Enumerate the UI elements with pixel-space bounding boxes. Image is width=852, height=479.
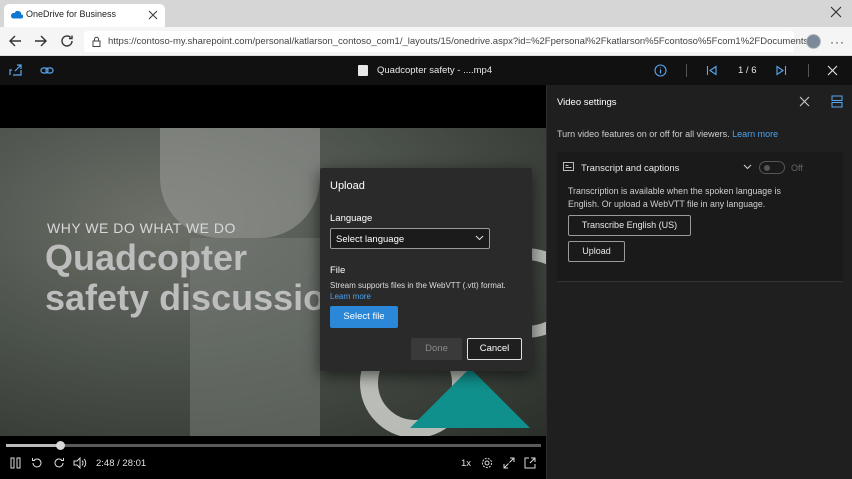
last-item-icon[interactable]: [776, 65, 787, 76]
forward-10-icon[interactable]: [53, 457, 65, 469]
captions-icon: [563, 162, 574, 171]
video-title-text: Quadcopter safety discussio: [45, 238, 325, 318]
popout-icon[interactable]: [524, 457, 536, 469]
onedrive-cloud-icon: [10, 10, 23, 19]
learn-more-link[interactable]: Learn more: [330, 292, 371, 301]
browser-more-menu[interactable]: ···: [830, 35, 845, 49]
share-icon[interactable]: [9, 64, 22, 77]
close-panel-icon[interactable]: [799, 96, 810, 107]
rewind-10-icon[interactable]: [31, 457, 43, 469]
window-close-icon[interactable]: [830, 6, 842, 18]
browser-tab-strip: OneDrive for Business: [0, 0, 852, 27]
video-settings-panel: Video settings Turn video features on or…: [546, 85, 852, 479]
url-field[interactable]: https://contoso-my.sharepoint.com/person…: [84, 31, 808, 52]
toggle-state-label: Off: [791, 163, 803, 173]
refresh-icon[interactable]: [60, 34, 74, 48]
video-title-line: Quadcopter: [45, 237, 248, 278]
playback-time: 2:48 / 28:01: [96, 458, 147, 469]
url-text: https://contoso-my.sharepoint.com/person…: [108, 36, 809, 47]
settings-gear-icon[interactable]: [481, 457, 493, 469]
seek-handle[interactable]: [55, 441, 65, 450]
upload-dialog: Upload Language Select language File Str…: [320, 168, 532, 371]
panel-description-text: Turn video features on or off for all vi…: [557, 129, 730, 139]
lock-icon: [92, 36, 101, 47]
panel-learn-more-link[interactable]: Learn more: [732, 129, 778, 139]
browser-tab[interactable]: OneDrive for Business: [4, 4, 165, 27]
cancel-button[interactable]: Cancel: [467, 338, 522, 360]
forward-arrow-icon[interactable]: [34, 34, 48, 48]
language-select[interactable]: Select language: [330, 228, 490, 249]
toolbar-divider: [686, 64, 687, 77]
item-counter: 1 / 6: [738, 65, 757, 76]
transcript-captions-label: Transcript and captions: [581, 163, 680, 174]
tab-title: OneDrive for Business: [26, 9, 117, 19]
dialog-title: Upload: [330, 180, 365, 192]
file-help-text: Stream supports files in the WebVTT (.vt…: [330, 281, 506, 290]
tab-close-icon[interactable]: [148, 10, 158, 20]
playback-speed[interactable]: 1x: [461, 458, 471, 469]
done-button[interactable]: Done: [411, 338, 462, 360]
chevron-down-icon[interactable]: [743, 164, 752, 170]
link-icon[interactable]: [40, 65, 54, 76]
transcript-captions-section: Transcript and captions Off Transcriptio…: [557, 152, 843, 282]
profile-avatar[interactable]: [806, 34, 821, 49]
viewer-toolbar: Quadcopter safety - ....mp4 1 / 6: [0, 56, 852, 85]
seek-bar-progress: [6, 444, 60, 447]
upload-button[interactable]: Upload: [568, 241, 625, 262]
info-icon[interactable]: [654, 64, 667, 77]
toolbar-divider: [808, 64, 809, 77]
back-arrow-icon[interactable]: [8, 34, 22, 48]
video-file-icon: [358, 65, 368, 76]
select-file-button[interactable]: Select file: [330, 306, 398, 328]
pause-icon[interactable]: [10, 457, 21, 469]
volume-icon[interactable]: [73, 457, 87, 469]
panel-layout-icon[interactable]: [831, 95, 843, 108]
chevron-down-icon: [475, 235, 484, 241]
transcript-description: Transcription is available when the spok…: [568, 186, 781, 209]
video-title-line: safety discussio: [45, 277, 326, 318]
language-select-value: Select language: [336, 234, 405, 245]
file-title: Quadcopter safety - ....mp4: [377, 65, 493, 76]
file-label: File: [330, 265, 346, 276]
panel-title: Video settings: [557, 97, 617, 108]
language-label: Language: [330, 213, 373, 224]
first-item-icon[interactable]: [706, 65, 717, 76]
close-viewer-icon[interactable]: [827, 65, 838, 76]
panel-description: Turn video features on or off for all vi…: [557, 129, 778, 139]
transcript-toggle[interactable]: [759, 161, 785, 174]
transcribe-english-button[interactable]: Transcribe English (US): [568, 215, 691, 236]
address-bar-row: https://contoso-my.sharepoint.com/person…: [0, 27, 852, 56]
fullscreen-icon[interactable]: [503, 457, 515, 469]
video-overline-text: WHY WE DO WHAT WE DO: [47, 220, 236, 236]
seek-bar[interactable]: [6, 444, 541, 447]
